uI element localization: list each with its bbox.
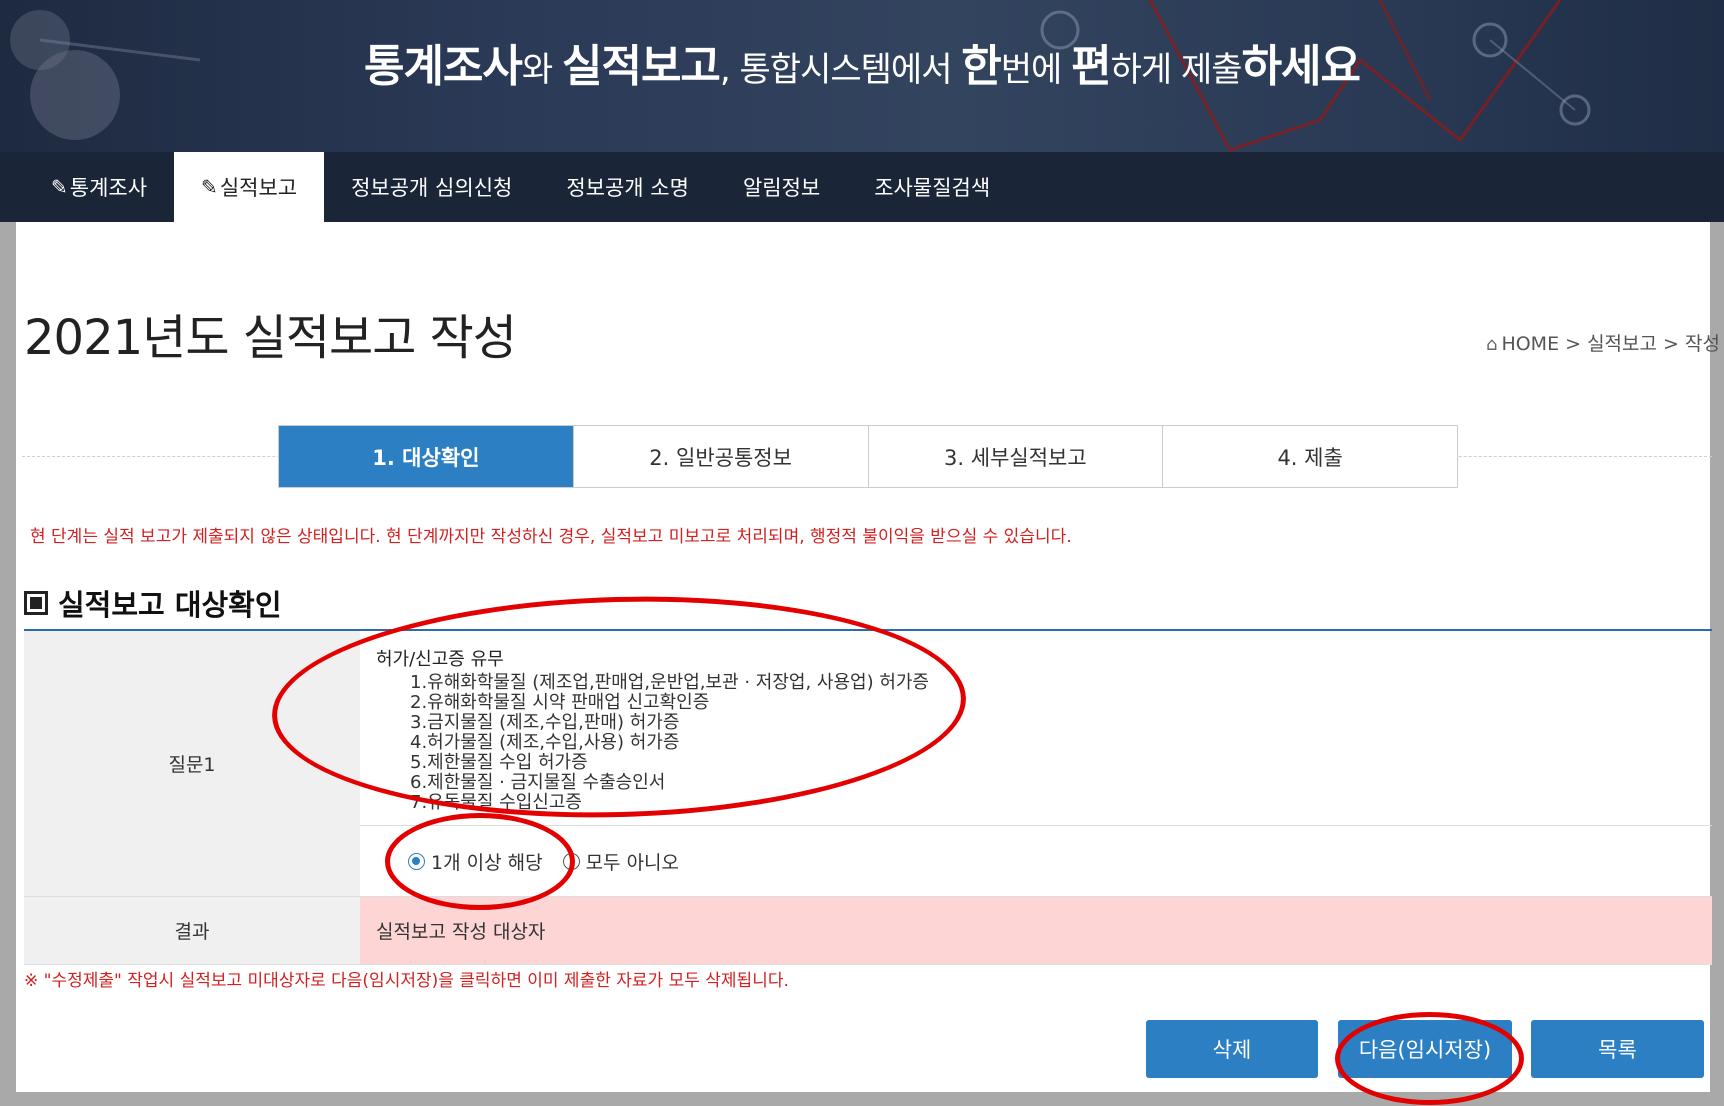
nav-item-report[interactable]: ✎ 실적보고	[174, 152, 325, 222]
section-title: 실적보고 대상확인	[24, 582, 282, 624]
question-heading: 허가/신고증 유무	[376, 649, 504, 670]
radio-one-or-more[interactable]: 1개 이상 해당	[408, 848, 543, 875]
question-content: 허가/신고증 유무 1.유해화학물질 (제조업,판매업,운반업,보관 · 저장업…	[360, 631, 1712, 896]
banner-title-segment: 번에	[1000, 50, 1072, 90]
question-row: 질문1 허가/신고증 유무 1.유해화학물질 (제조업,판매업,운반업,보관 ·…	[24, 631, 1712, 897]
nav-item-disclosure-explanation[interactable]: 정보공개 소명	[539, 152, 716, 222]
question-item: 2.유해화학물질 시약 판매업 신고확인증	[410, 692, 710, 713]
banner-title-segment: 편	[1071, 41, 1111, 92]
step-3: 3. 세부실적보고	[867, 426, 1163, 487]
notice-text: ※ "수정제출" 작업시 실적보고 미대상자로 다음(임시저장)을 클릭하면 이…	[24, 971, 789, 991]
page-frame: 통계조사와 실적보고, 통합시스템에서 한번에 편하게 제출하세요 ✎ 통계조사…	[0, 0, 1724, 1106]
radio-empty-icon[interactable]	[562, 852, 580, 870]
header-banner: 통계조사와 실적보고, 통합시스템에서 한번에 편하게 제출하세요	[0, 0, 1724, 152]
edit-icon: ✎	[51, 175, 68, 199]
nav-item-substance-search[interactable]: 조사물질검색	[847, 152, 1017, 222]
radio-label: 모두 아니오	[585, 851, 680, 874]
list-button[interactable]: 목록	[1531, 1020, 1704, 1078]
home-icon: ⌂	[1486, 334, 1498, 355]
nav-item-disclosure-review[interactable]: 정보공개 심의신청	[324, 152, 539, 222]
question-label: 질문1	[24, 631, 360, 896]
page-title: 2021년도 실적보고 작성	[24, 310, 517, 366]
nav-item-survey[interactable]: ✎ 통계조사	[24, 152, 174, 222]
result-label: 결과	[24, 897, 360, 964]
left-margin	[0, 222, 16, 1106]
result-value: 실적보고 작성 대상자	[360, 897, 1712, 964]
radio-selected-icon[interactable]	[408, 852, 425, 870]
banner-title-segment: 실적보고	[561, 41, 721, 92]
result-row: 결과 실적보고 작성 대상자	[24, 897, 1712, 965]
question-item: 1.유해화학물질 (제조업,판매업,운반업,보관 · 저장업, 사용업) 허가증	[410, 672, 929, 693]
banner-title: 통계조사와 실적보고, 통합시스템에서 한번에 편하게 제출하세요	[0, 30, 1724, 94]
question-item: 3.금지물질 (제조,수입,판매) 허가증	[410, 712, 680, 733]
question-items: 1.유해화학물질 (제조업,판매업,운반업,보관 · 저장업, 사용업) 허가증…	[376, 673, 1696, 813]
answer-options: 1개 이상 해당 모두 아니오	[360, 826, 1712, 896]
banner-title-segment: 하게 제출	[1110, 50, 1243, 90]
delete-button[interactable]: 삭제	[1146, 1020, 1318, 1078]
banner-title-segment: 하세요	[1241, 41, 1361, 92]
breadcrumb: ⌂ HOME > 실적보고 > 작성	[1486, 329, 1720, 356]
breadcrumb-text[interactable]: HOME > 실적보고 > 작성	[1501, 333, 1720, 355]
question-item: 6.제한물질 · 금지물질 수출승인서	[410, 772, 666, 793]
step-indicator: 1. 대상확인 2. 일반공통정보 3. 세부실적보고 4. 제출	[278, 425, 1458, 488]
question-item: 5.제한물질 수입 허가증	[410, 752, 588, 773]
bottom-margin	[0, 1092, 1724, 1106]
question-item: 4.허가물질 (제조,수입,사용) 허가증	[410, 732, 680, 753]
nav-item-notice[interactable]: 알림정보	[716, 152, 847, 222]
step-2: 2. 일반공통정보	[572, 426, 868, 487]
step-4: 4. 제출	[1162, 426, 1457, 487]
step-1: 1. 대상확인	[279, 426, 573, 487]
status-warning: 현 단계는 실적 보고가 제출되지 않은 상태입니다. 현 단계까지만 작성하신…	[30, 527, 1072, 547]
question-text: 허가/신고증 유무 1.유해화학물질 (제조업,판매업,운반업,보관 · 저장업…	[360, 631, 1712, 826]
question-item: 7.유독물질 수입신고증	[410, 792, 582, 813]
banner-title-segment: 와	[521, 50, 562, 90]
nav-item-label: 통계조사	[69, 176, 148, 200]
nav-item-label: 실적보고	[219, 176, 298, 200]
banner-title-segment: , 통합시스템에서	[719, 50, 962, 90]
edit-icon: ✎	[201, 175, 218, 199]
section-title-text: 실적보고 대상확인	[58, 588, 282, 622]
next-save-button[interactable]: 다음(임시저장)	[1338, 1020, 1512, 1078]
banner-title-segment: 한	[961, 41, 1001, 92]
radio-none[interactable]: 모두 아니오	[562, 848, 680, 875]
square-icon	[24, 591, 48, 615]
banner-title-segment: 통계조사	[363, 41, 523, 92]
radio-label: 1개 이상 해당	[431, 851, 543, 874]
main-nav: ✎ 통계조사 ✎ 실적보고 정보공개 심의신청 정보공개 소명 알림정보 조사물…	[0, 152, 1724, 222]
question-table: 질문1 허가/신고증 유무 1.유해화학물질 (제조업,판매업,운반업,보관 ·…	[24, 629, 1712, 965]
